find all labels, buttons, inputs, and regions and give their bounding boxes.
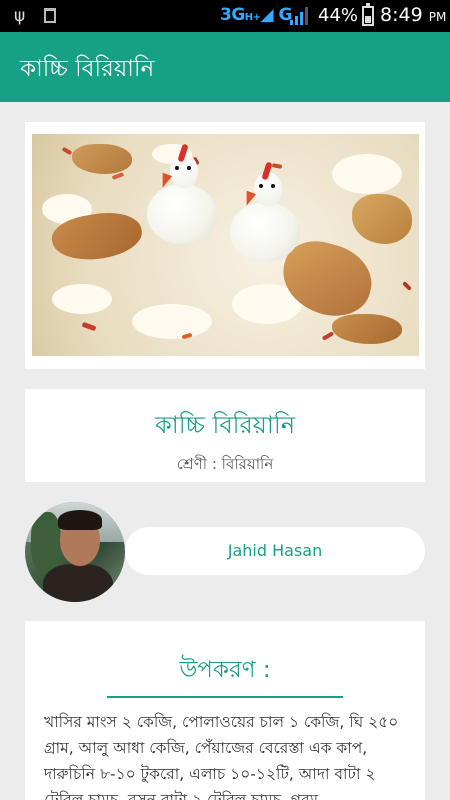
ingredients-text: খাসির মাংস ২ কেজি, পোলাওয়ের চাল ১ কেজি,… (44, 713, 399, 800)
author-name: Jahid Hasan (227, 541, 323, 560)
recipe-title-card: কাচ্চি বিরিয়ানি শ্রেণী : বিরিয়ানি (25, 389, 425, 482)
network-type-indicator: 3GH+◢ G (220, 5, 293, 25)
signal-strength-icon (290, 7, 310, 25)
recipe-photo (32, 134, 419, 356)
recipe-category: শ্রেণী : বিরিয়ানি (25, 453, 425, 478)
ingredients-heading: উপকরণ : (179, 657, 271, 683)
app-bar: কাচ্চি বিরিয়ানি (0, 32, 450, 102)
author-avatar[interactable] (25, 502, 125, 602)
clock: 8:49 PM (380, 4, 447, 26)
category-value: বিরিয়ানি (221, 455, 274, 473)
ingredients-divider (107, 696, 343, 698)
app-bar-title: কাচ্চি বিরিয়ানি (20, 56, 155, 82)
recipe-title: কাচ্চি বিরিয়ানি (154, 411, 296, 439)
recipe-image-card (25, 122, 425, 369)
sd-card-icon (44, 8, 56, 23)
status-bar: ψ 3GH+◢ G 44% 8:49 PM (0, 0, 450, 32)
battery-icon (362, 3, 374, 26)
battery-percent: 44% (318, 5, 359, 26)
category-label: শ্রেণী : (176, 455, 217, 473)
ingredients-card: উপকরণ : খাসির মাংস ২ কেজি, পোলাওয়ের চাল… (25, 621, 425, 800)
author-name-pill[interactable]: Jahid Hasan (125, 527, 425, 575)
usb-icon: ψ (14, 6, 26, 26)
